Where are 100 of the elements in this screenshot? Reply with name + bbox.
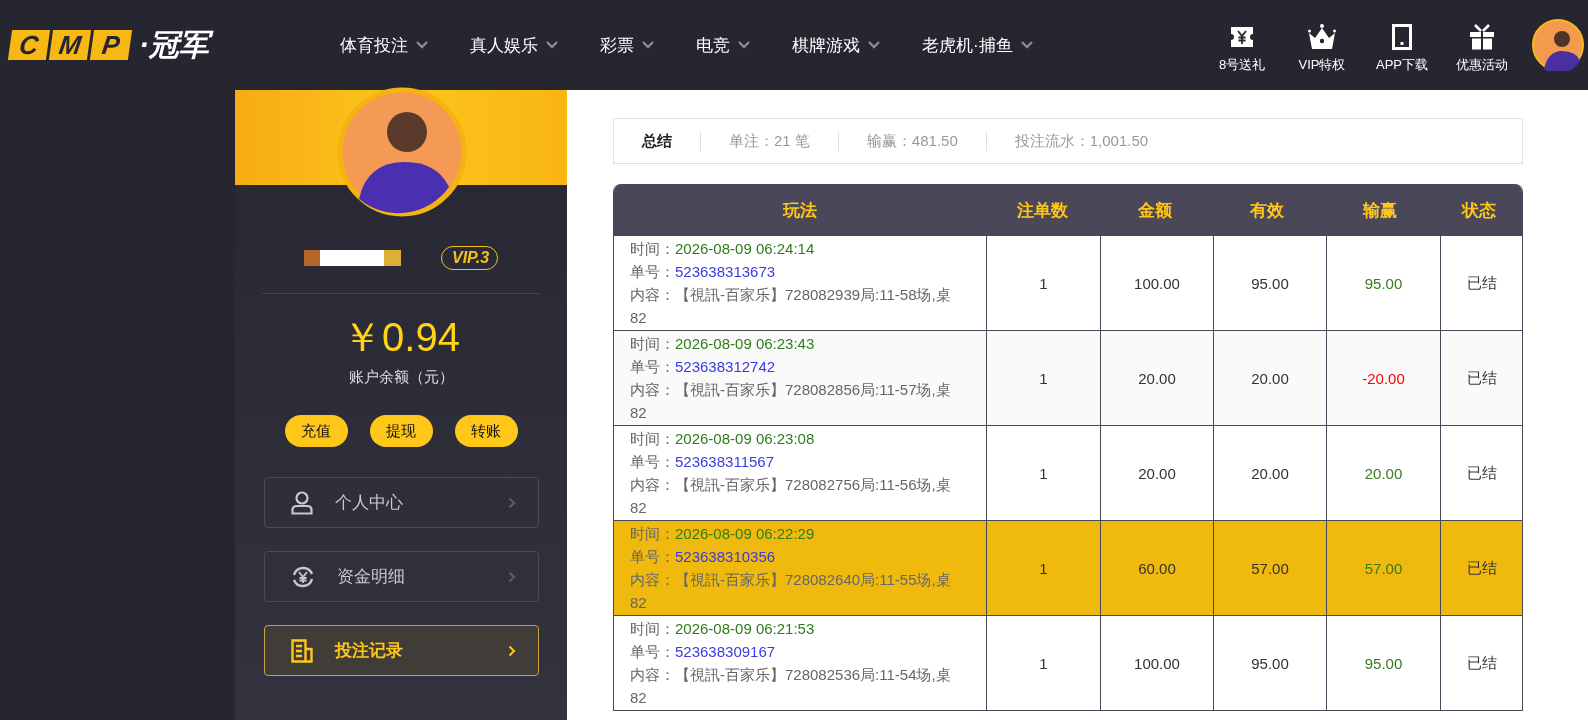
table-row[interactable]: 时间：2026-08-09 06:23:08 单号：523638311567 内容：【視訊-百家乐】728082756局:11-56场,桌82 1 20.00 20.00 20.00 已结 — [614, 426, 1522, 521]
field-label: 单号： — [630, 643, 675, 660]
caret-icon — [642, 41, 654, 49]
table-cell: 20.00 — [1213, 426, 1326, 520]
order-number[interactable]: 523638309167 — [675, 643, 776, 660]
bet-content: 内容：【視訊-百家乐】728082756局:11-56场,桌82 — [630, 475, 952, 518]
table-cell: 95.00 — [1326, 616, 1440, 710]
table-cell: 已结 — [1440, 236, 1522, 330]
quick-link[interactable]: APP下载 — [1362, 24, 1442, 74]
table-cell: 95.00 — [1213, 616, 1326, 710]
column-header: 金额 — [1137, 199, 1173, 222]
table-cell: 95.00 — [1326, 236, 1440, 330]
crown-icon — [1308, 24, 1336, 50]
field-label: 单号： — [630, 358, 675, 375]
balance-label: 账户余额（元） — [348, 368, 454, 387]
table-cell: 1 — [986, 331, 1100, 425]
column-header: 有效 — [1249, 199, 1285, 222]
tablet-icon — [1392, 24, 1412, 50]
table-cell: 20.00 — [1326, 426, 1440, 520]
person-icon — [290, 490, 313, 515]
table-cell: 57.00 — [1213, 521, 1326, 615]
balance-amount: ￥0.94 — [342, 314, 460, 360]
order-number[interactable]: 523638312742 — [675, 358, 776, 375]
quick-link[interactable]: 8号送礼 — [1202, 24, 1282, 74]
field-label: 时间： — [630, 240, 675, 257]
table-row[interactable]: 时间：2026-08-09 06:23:43 单号：523638312742 内容：【視訊-百家乐】728082856局:11-57场,桌82 1 20.00 20.00 -20.00 已结 — [614, 331, 1522, 426]
order-number[interactable]: 523638311567 — [675, 453, 774, 470]
nav-menu-item[interactable]: 体育投注 — [340, 33, 428, 57]
table-cell: -20.00 — [1326, 331, 1440, 425]
field-label: 时间： — [630, 620, 675, 637]
summary-title: 总结 — [642, 131, 701, 151]
quick-link[interactable]: VIP特权 — [1282, 24, 1362, 74]
bet-content: 内容：【視訊-百家乐】728082536局:11-54场,桌82 — [630, 665, 952, 708]
table-cell: 57.00 — [1326, 521, 1440, 615]
table-cell: 1 — [986, 616, 1100, 710]
field-label: 单号： — [630, 548, 675, 565]
logo-name: ·冠军 — [137, 25, 217, 65]
nav-menu-item[interactable]: 真人娱乐 — [470, 33, 558, 57]
table-row[interactable]: 时间：2026-08-09 06:22:29 单号：523638310356 内容：【視訊-百家乐】728082640局:11-55场,桌82 1 60.00 57.00 57.00 已结 — [614, 521, 1522, 616]
caret-icon — [546, 41, 558, 49]
action-button[interactable]: 提现 — [369, 415, 433, 447]
field-label: 单号： — [630, 263, 675, 280]
menu-item[interactable]: 投注记录 — [263, 625, 539, 676]
bet-time: 2026-08-09 06:24:14 — [675, 240, 815, 257]
quick-link[interactable]: 优惠活动 — [1442, 24, 1522, 74]
column-header: 玩法 — [781, 199, 818, 222]
table-cell: 100.00 — [1100, 236, 1213, 330]
table-cell: 已结 — [1440, 331, 1522, 425]
yen-cycle-icon — [290, 564, 315, 589]
field-label: 单号： — [630, 453, 675, 470]
menu-item[interactable]: 个人中心 — [263, 477, 539, 528]
action-button[interactable]: 转账 — [454, 415, 518, 447]
table-cell: 100.00 — [1100, 616, 1213, 710]
table-cell: 1 — [986, 236, 1100, 330]
table-cell: 20.00 — [1213, 331, 1326, 425]
order-number[interactable]: 523638310356 — [675, 548, 776, 565]
caret-icon — [416, 41, 428, 49]
bet-content: 内容：【視訊-百家乐】728082939局:11-58场,桌82 — [630, 285, 952, 328]
chevron-icon — [507, 644, 516, 657]
gift-icon — [1469, 24, 1495, 50]
table-cell: 已结 — [1440, 521, 1522, 615]
order-number[interactable]: 523638313673 — [675, 263, 776, 280]
table-cell: 1 — [986, 521, 1100, 615]
bet-time: 2026-08-09 06:23:43 — [675, 335, 815, 352]
table-cell: 20.00 — [1100, 426, 1213, 520]
bet-content: 内容：【視訊-百家乐】728082640局:11-55场,桌82 — [630, 570, 952, 613]
column-header: 注单数 — [1016, 199, 1069, 222]
avatar[interactable] — [1532, 19, 1584, 71]
table-cell: 95.00 — [1213, 236, 1326, 330]
nav-menu-item[interactable]: 彩票 — [600, 33, 654, 57]
logo-letter: P — [89, 30, 133, 60]
column-header: 状态 — [1460, 199, 1497, 222]
nav-menu-item[interactable]: 老虎机·捕鱼 — [922, 33, 1033, 57]
nav-menu-item[interactable]: 电竞 — [696, 33, 750, 57]
nav-menu-item[interactable]: 棋牌游戏 — [792, 33, 880, 57]
caret-icon — [738, 41, 750, 49]
bet-time: 2026-08-09 06:23:08 — [675, 430, 815, 447]
logo-letter: C — [7, 30, 51, 60]
field-label: 时间： — [630, 525, 675, 542]
chevron-icon — [507, 570, 516, 583]
menu-item[interactable]: 资金明细 — [263, 551, 539, 602]
table-cell: 已结 — [1440, 616, 1522, 710]
caret-icon — [868, 41, 880, 49]
table-cell: 60.00 — [1100, 521, 1213, 615]
column-header: 输赢 — [1361, 199, 1398, 222]
field-label: 时间： — [630, 430, 675, 447]
summary-stat: 投注流水：1,001.50 — [1013, 131, 1150, 151]
table-row[interactable]: 时间：2026-08-09 06:24:14 单号：523638313673 内容：【視訊-百家乐】728082939局:11-58场,桌82 1 100.00 95.00 95.00 已结 — [614, 236, 1522, 331]
action-button[interactable]: 充值 — [284, 415, 348, 447]
table-cell: 已结 — [1440, 426, 1522, 520]
summary-stat: 输赢：481.50 — [838, 131, 987, 151]
bet-time: 2026-08-09 06:21:53 — [675, 620, 815, 637]
chevron-icon — [507, 496, 516, 509]
bet-content: 内容：【視訊-百家乐】728082856局:11-57场,桌82 — [630, 380, 952, 423]
bet-time: 2026-08-09 06:22:29 — [675, 525, 815, 542]
summary-stat: 单注：21 笔 — [701, 131, 839, 151]
caret-icon — [1020, 41, 1033, 49]
document-icon — [290, 638, 313, 663]
table-row[interactable]: 时间：2026-08-09 06:21:53 单号：523638309167 内容：【視訊-百家乐】728082536局:11-54场,桌82 1 100.00 95.00 95.00 已结 — [614, 616, 1522, 711]
coupon-icon — [1231, 24, 1253, 50]
